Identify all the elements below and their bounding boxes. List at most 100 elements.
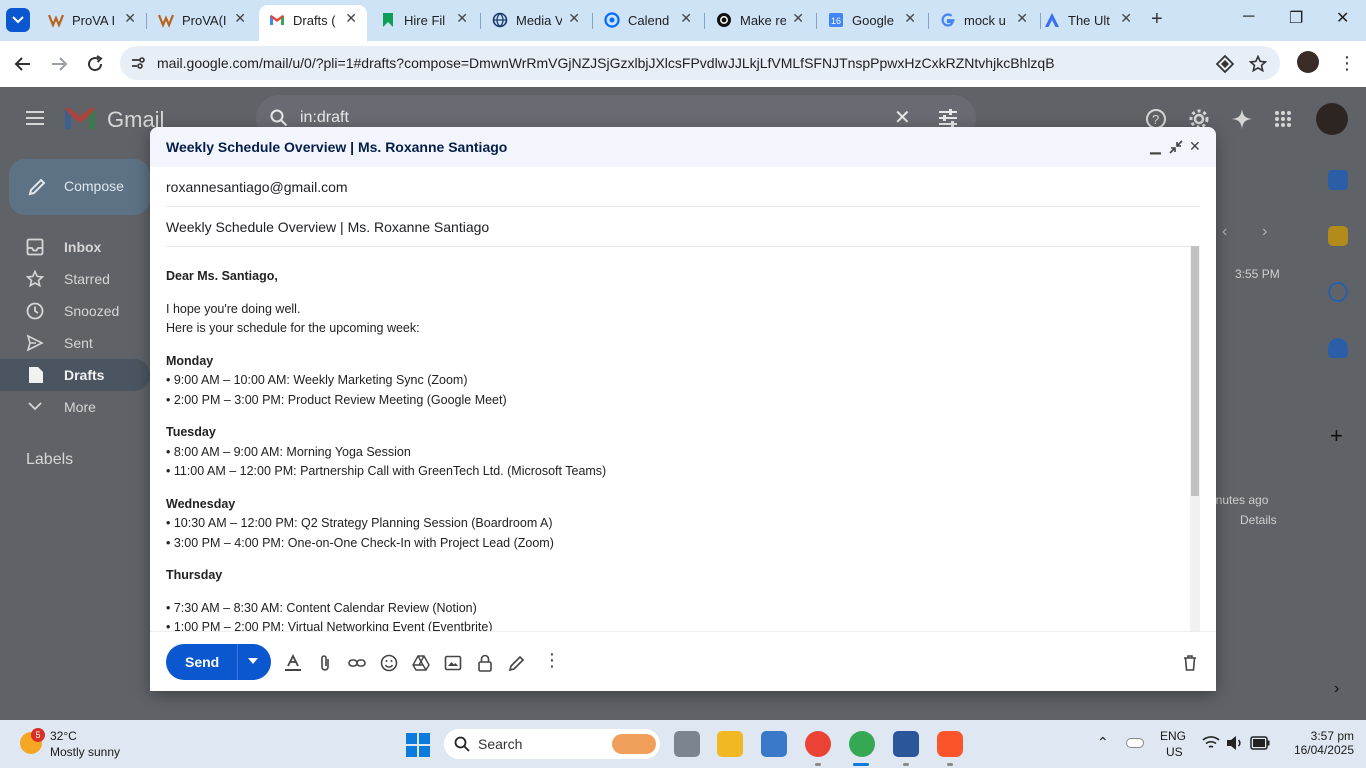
windows-start-icon[interactable] — [406, 733, 430, 757]
insert-photo-icon[interactable] — [444, 654, 462, 672]
gemini-sparkle-icon[interactable] — [1231, 108, 1253, 130]
account-avatar[interactable] — [1316, 103, 1348, 135]
activity-details-link[interactable]: Details — [1240, 513, 1277, 527]
browser-tab-calendly[interactable]: Calend ✕ — [594, 5, 702, 36]
compose-button[interactable]: Compose — [9, 159, 150, 215]
restore-window-icon[interactable]: ❐ — [1289, 8, 1303, 28]
browser-tab-the-ult[interactable]: The Ult ✕ — [1034, 5, 1142, 36]
tab-close-icon[interactable]: ✕ — [345, 10, 357, 27]
weather-condition[interactable]: Mostly sunny — [50, 745, 120, 759]
close-compose-icon[interactable]: ✕ — [1189, 138, 1201, 155]
formatting-options-icon[interactable] — [284, 654, 302, 672]
site-info-icon[interactable] — [130, 55, 146, 71]
word-icon[interactable] — [893, 731, 919, 757]
tab-close-icon[interactable]: ✕ — [456, 10, 468, 27]
body-scrollbar[interactable] — [1190, 246, 1200, 632]
search-icon[interactable] — [270, 109, 288, 127]
browser-tab-google-docs[interactable]: 16 Google ✕ — [818, 5, 926, 36]
back-arrow-icon[interactable] — [12, 53, 34, 75]
browser-tab-chatgpt[interactable]: Make re ✕ — [706, 5, 814, 36]
newer-chevron-icon[interactable]: › — [1262, 223, 1267, 241]
brave-browser-icon[interactable] — [937, 731, 963, 757]
reload-icon[interactable] — [84, 53, 106, 75]
tab-close-icon[interactable]: ✕ — [124, 10, 136, 27]
browser-toolbar: mail.google.com/mail/u/0/?pli=1#drafts?c… — [0, 41, 1366, 87]
schedule-item: • 2:00 PM – 3:00 PM: Product Review Meet… — [166, 392, 507, 407]
tab-close-icon[interactable]: ✕ — [680, 10, 692, 27]
search-options-icon[interactable] — [938, 109, 958, 127]
tab-close-icon[interactable]: ✕ — [1120, 10, 1132, 27]
discard-draft-trash-icon[interactable] — [1181, 654, 1199, 672]
google-drive-icon[interactable] — [412, 654, 430, 672]
schedule-send-dropdown-icon[interactable] — [248, 658, 258, 664]
browser-tab-drafts[interactable]: Drafts ( ✕ — [259, 5, 367, 41]
tab-close-icon[interactable]: ✕ — [568, 10, 580, 27]
browser-profile-avatar[interactable] — [1297, 51, 1319, 73]
address-bar[interactable]: mail.google.com/mail/u/0/?pli=1#drafts?c… — [120, 46, 1280, 80]
onedrive-cloud-icon[interactable] — [1126, 738, 1144, 748]
close-window-icon[interactable]: ✕ — [1336, 8, 1349, 28]
message-body[interactable]: Dear Ms. Santiago, I hope you're doing w… — [166, 267, 1186, 631]
calendar-icon[interactable] — [1328, 170, 1348, 190]
chrome-profile-icon[interactable] — [849, 731, 875, 757]
tab-close-icon[interactable]: ✕ — [234, 10, 246, 27]
expand-panel-icon[interactable]: › — [1334, 680, 1339, 698]
exit-fullscreen-icon[interactable] — [1169, 140, 1183, 154]
insert-signature-icon[interactable] — [508, 654, 526, 672]
recipients-field[interactable]: roxannesantiago@gmail.com — [166, 167, 1200, 207]
main-menu-icon[interactable] — [25, 110, 45, 126]
language-region[interactable]: US — [1166, 745, 1183, 759]
tab-close-icon[interactable]: ✕ — [904, 10, 916, 27]
more-options-icon[interactable]: ⋮ — [543, 650, 561, 671]
draft-time: 3:55 PM — [1235, 267, 1280, 281]
new-tab-button[interactable]: + — [1151, 8, 1163, 31]
nav-item-drafts[interactable]: Drafts — [0, 359, 150, 391]
volume-icon[interactable] — [1226, 735, 1244, 751]
minimize-window-icon[interactable]: ─ — [1243, 8, 1254, 26]
add-addon-icon[interactable]: + — [1330, 423, 1343, 449]
insert-emoji-icon[interactable] — [380, 654, 398, 672]
browser-tab-prova-1[interactable]: ProVA I ✕ — [38, 5, 146, 36]
browser-menu-icon[interactable]: ⋮ — [1338, 53, 1356, 74]
tab-close-icon[interactable]: ✕ — [792, 10, 804, 27]
nav-item-inbox[interactable]: Inbox — [26, 231, 150, 263]
task-view-icon[interactable] — [674, 731, 700, 757]
taskbar-search[interactable]: Search — [444, 729, 660, 759]
minimize-compose-icon[interactable]: ▁ — [1150, 138, 1161, 155]
file-explorer-icon[interactable] — [717, 731, 743, 757]
attach-file-icon[interactable] — [316, 654, 334, 672]
battery-icon[interactable] — [1250, 736, 1270, 750]
browser-tab-hire[interactable]: Hire Fil ✕ — [370, 5, 478, 36]
nav-label: Sent — [64, 335, 93, 351]
insert-link-icon[interactable] — [348, 654, 366, 672]
show-hidden-icons-icon[interactable]: ⌃ — [1097, 734, 1109, 751]
microsoft-store-icon[interactable] — [761, 731, 787, 757]
bookmark-star-icon[interactable] — [1249, 55, 1267, 73]
contacts-icon[interactable] — [1328, 338, 1348, 358]
subject-field[interactable]: Weekly Schedule Overview | Ms. Roxanne S… — [166, 207, 1200, 247]
url-text: mail.google.com/mail/u/0/?pli=1#drafts?c… — [157, 55, 1055, 71]
send-button[interactable]: Send — [166, 644, 271, 680]
keep-icon[interactable] — [1328, 226, 1348, 246]
system-clock[interactable]: 3:57 pm 16/04/2025 — [1294, 729, 1354, 757]
browser-tab-prova-2[interactable]: ProVA(I ✕ — [148, 5, 256, 36]
tasks-icon[interactable] — [1328, 282, 1348, 302]
forward-arrow-icon[interactable] — [48, 53, 70, 75]
confidential-mode-icon[interactable] — [476, 654, 494, 672]
nav-item-more[interactable]: More — [26, 391, 150, 423]
wifi-icon[interactable] — [1202, 735, 1220, 751]
nav-item-sent[interactable]: Sent — [26, 327, 150, 359]
tab-close-icon[interactable]: ✕ — [1016, 10, 1028, 27]
nav-item-snoozed[interactable]: Snoozed — [26, 295, 150, 327]
weather-temperature[interactable]: 32°C — [50, 729, 77, 743]
browser-tab-media[interactable]: Media V ✕ — [482, 5, 590, 36]
language-code[interactable]: ENG — [1160, 729, 1186, 743]
apps-grid-icon[interactable] — [1274, 110, 1292, 128]
older-chevron-icon[interactable]: ‹ — [1222, 223, 1227, 241]
tab-search-button[interactable] — [6, 8, 30, 32]
browser-tab-google-search[interactable]: mock u ✕ — [930, 5, 1038, 36]
scrollbar-thumb[interactable] — [1191, 246, 1199, 496]
extension-diamond-icon[interactable] — [1216, 55, 1234, 73]
chrome-icon[interactable] — [805, 731, 831, 757]
nav-item-starred[interactable]: Starred — [26, 263, 150, 295]
